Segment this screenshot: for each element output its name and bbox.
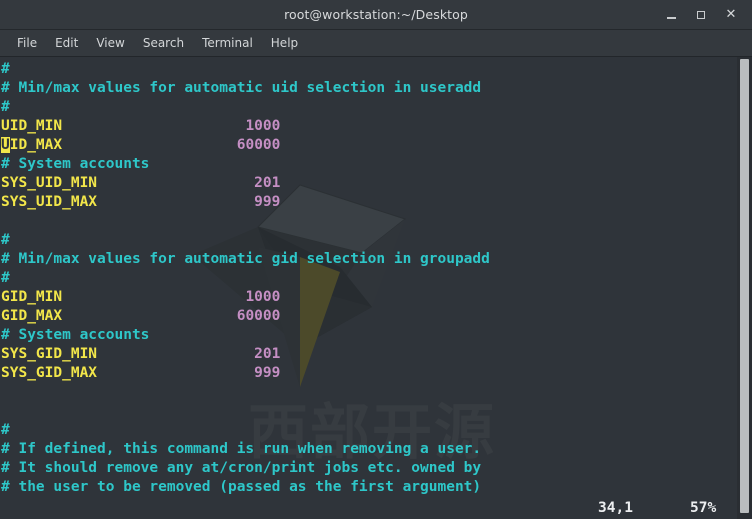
terminal-text: # (1, 99, 10, 115)
terminal-line: # It should remove any at/cron/print job… (1, 459, 490, 478)
terminal-line: # Min/max values for automatic gid selec… (1, 250, 490, 269)
terminal-line: UID_MIN 1000 (1, 117, 490, 136)
terminal-text: ID_MAX (9, 137, 63, 153)
terminal-text: # If defined, this command is run when r… (1, 441, 482, 457)
minimize-button[interactable] (656, 0, 686, 29)
terminal-text: SYS_GID_MAX (1, 365, 98, 381)
terminal-text: 1000 (245, 289, 281, 305)
window-controls: ✕ (656, 0, 746, 29)
terminal-text: # System accounts (1, 327, 150, 343)
maximize-icon (697, 10, 705, 19)
terminal-line: # (1, 98, 490, 117)
menu-item-file[interactable]: File (8, 33, 46, 53)
terminal-text: SYS_GID_MIN (1, 346, 98, 362)
text-buffer: # # Min/max values for automatic uid sele… (0, 57, 490, 497)
scroll-percent: 57% (690, 500, 717, 516)
terminal-text: 201 (254, 346, 281, 362)
window-title: root@workstation:~/Desktop (284, 7, 468, 22)
terminal-line: GID_MIN 1000 (1, 288, 490, 307)
terminal-text: GID_MAX (1, 308, 63, 324)
terminal-line: SYS_UID_MIN 201 (1, 174, 490, 193)
terminal-line: GID_MAX 60000 (1, 307, 490, 326)
terminal-text: # the user to be removed (passed as the … (1, 479, 482, 495)
close-button[interactable]: ✕ (716, 0, 746, 29)
minimize-icon (666, 17, 676, 19)
terminal-line: # If defined, this command is run when r… (1, 440, 490, 459)
terminal-line: UID_MAX 60000 (1, 136, 490, 155)
terminal-text: 999 (254, 365, 281, 381)
terminal-content[interactable]: 西部开源 https://blog.csdn.net/weixin_457925… (0, 57, 752, 519)
menu-item-view[interactable]: View (87, 33, 133, 53)
terminal-text: 60000 (236, 137, 281, 153)
terminal-line: # (1, 421, 490, 440)
terminal-text: # Min/max values for automatic uid selec… (1, 80, 482, 96)
terminal-line: # Min/max values for automatic uid selec… (1, 79, 490, 98)
close-icon: ✕ (725, 7, 737, 22)
terminal-line: SYS_UID_MAX 999 (1, 193, 490, 212)
vertical-scrollbar[interactable] (737, 57, 752, 519)
terminal-text: SYS_UID_MAX (1, 194, 98, 210)
terminal-text: # (1, 270, 10, 286)
terminal-line: # (1, 269, 490, 288)
terminal-text: GID_MIN (1, 289, 63, 305)
terminal-line: # System accounts (1, 326, 490, 345)
text-cursor: U (1, 137, 10, 153)
cursor-position: 34,1 (598, 500, 633, 516)
terminal-line: SYS_GID_MIN 201 (1, 345, 490, 364)
terminal-text: 1000 (245, 118, 281, 134)
terminal-window: root@workstation:~/Desktop ✕ File Edit V… (0, 0, 752, 519)
terminal-line: # (1, 60, 490, 79)
menu-item-help[interactable]: Help (262, 33, 307, 53)
terminal-text: 999 (254, 194, 281, 210)
terminal-text: 201 (254, 175, 281, 191)
menu-item-edit[interactable]: Edit (46, 33, 87, 53)
title-bar[interactable]: root@workstation:~/Desktop ✕ (0, 0, 752, 30)
terminal-text: # (1, 232, 10, 248)
maximize-button[interactable] (686, 0, 716, 29)
terminal-text: # System accounts (1, 156, 150, 172)
terminal-text: SYS_UID_MIN (1, 175, 98, 191)
terminal-line: SYS_GID_MAX 999 (1, 364, 490, 383)
menu-item-terminal[interactable]: Terminal (193, 33, 262, 53)
terminal-line: # (1, 231, 490, 250)
terminal-text: # (1, 61, 10, 77)
terminal-text: UID_MIN (1, 118, 63, 134)
terminal-line: # the user to be removed (passed as the … (1, 478, 490, 497)
terminal-text: # (1, 422, 10, 438)
terminal-line: # System accounts (1, 155, 490, 174)
terminal-text: # Min/max values for automatic gid selec… (1, 251, 490, 267)
menu-item-search[interactable]: Search (134, 33, 193, 53)
vim-status-line: 34,1 57% (0, 497, 752, 519)
scrollbar-thumb[interactable] (740, 59, 749, 513)
terminal-text: # It should remove any at/cron/print job… (1, 460, 482, 476)
terminal-text: 60000 (236, 308, 281, 324)
menu-bar: File Edit View Search Terminal Help (0, 30, 752, 57)
